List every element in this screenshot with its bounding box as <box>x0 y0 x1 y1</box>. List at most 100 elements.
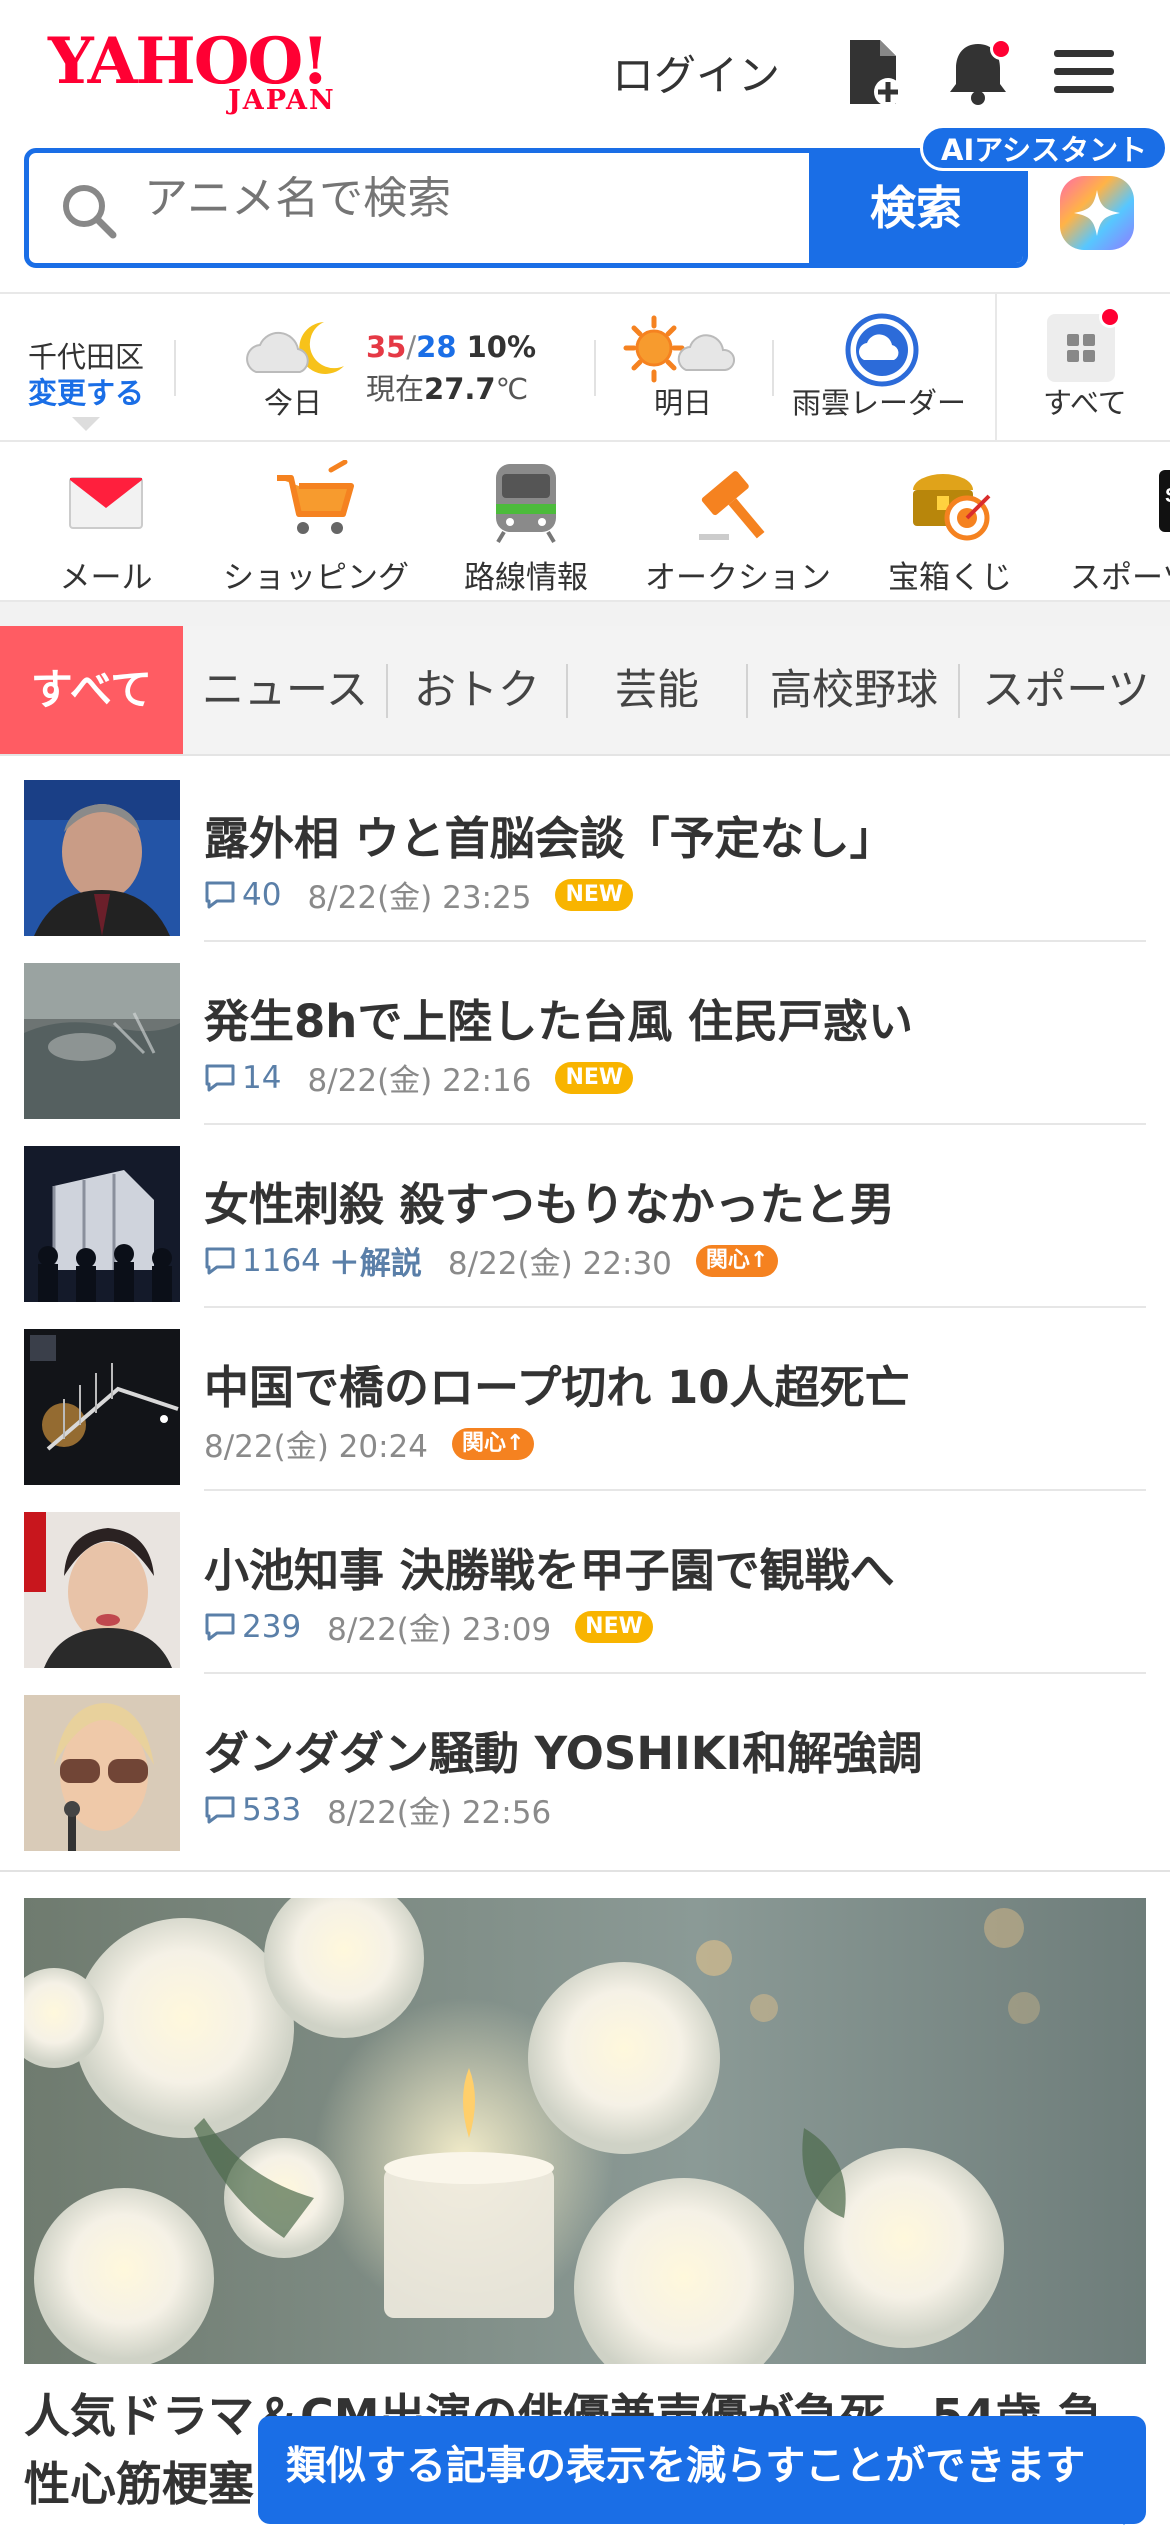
tab-divider <box>958 664 960 718</box>
comment-count[interactable]: 1164 ＋解説 <box>204 1238 422 1283</box>
precip-chance: 10% <box>466 330 537 364</box>
ai-assistant-label[interactable]: AIアシスタント <box>920 125 1169 171</box>
yahoo-japan-logo[interactable]: YAHOO! JAPAN <box>48 30 363 117</box>
tooltip-pointer <box>1108 2505 1140 2525</box>
news-item[interactable]: 中国で橋のロープ切れ 10人超死亡 8/22(金) 20:24 関心↑ <box>0 1307 1170 1491</box>
service-auction[interactable]: オークション <box>644 460 832 597</box>
news-meta: 533 8/22(金) 22:56 <box>204 1787 551 1832</box>
news-thumbnail <box>24 963 180 1119</box>
news-thumbnail <box>24 1146 180 1302</box>
news-thumbnail <box>24 780 180 936</box>
news-item[interactable]: 小池知事 決勝戦を甲子園で観戦へ 239 8/22(金) 23:09 NEW <box>0 1490 1170 1674</box>
news-title: 発生8hで上陸した台風 住民戸惑い <box>204 995 914 1048</box>
comment-icon <box>205 1064 235 1091</box>
service-transit[interactable]: 路線情報 <box>460 460 592 597</box>
sunny-cloudy-icon[interactable] <box>620 314 750 384</box>
tab-entertainment[interactable]: 芸能 <box>572 626 742 754</box>
section-divider <box>0 1870 1170 1872</box>
comment-icon <box>205 1796 235 1823</box>
divider <box>174 340 176 396</box>
trending-badge: 関心↑ <box>452 1427 535 1460</box>
all-label: すべて <box>1043 386 1127 420</box>
comment-number: 40 <box>242 876 282 913</box>
train-icon <box>496 464 556 544</box>
tab-news[interactable]: ニュース <box>190 626 380 754</box>
service-label: オークション <box>645 560 831 596</box>
service-label: ショッピング <box>223 560 409 596</box>
hamburger-menu-icon[interactable] <box>1048 36 1120 108</box>
search-box: 検索 <box>24 148 1028 268</box>
temperature-range: 35/28 10% <box>366 330 537 364</box>
news-title: 女性刺殺 殺すつもりなかったと男 <box>204 1178 895 1231</box>
login-link[interactable]: ログイン <box>612 42 780 103</box>
comment-count[interactable]: 239 <box>204 1609 301 1645</box>
cloudy-night-icon[interactable] <box>236 316 352 382</box>
rain-radar-label[interactable]: 雨雲レーダー <box>792 380 966 422</box>
low-temp: 28 <box>416 330 457 364</box>
tab-divider <box>386 664 388 718</box>
current-temp-value: 27.7 <box>424 372 496 406</box>
service-mail[interactable]: メール <box>46 460 166 597</box>
commentary-label: ＋解説 <box>328 1246 422 1282</box>
notification-bell-icon[interactable] <box>942 36 1014 108</box>
comment-count[interactable]: 40 <box>204 877 281 913</box>
service-shortcuts: メール ショッピング 路線情報 オークション 宝箱くじ スポー <box>0 442 1170 602</box>
high-temp: 35 <box>366 330 407 364</box>
news-datetime: 8/22(金) 22:30 <box>447 1246 672 1282</box>
current-temp-unit: ℃ <box>495 372 529 406</box>
news-item[interactable]: 露外相 ウと首脳会談「予定なし」 40 8/22(金) 23:25 NEW <box>0 758 1170 942</box>
service-sports[interactable]: SP スポーツ <box>1066 460 1170 597</box>
service-shopping[interactable]: ショッピング <box>218 460 414 597</box>
today-label: 今日 <box>264 386 323 420</box>
tab-high-school-baseball[interactable]: 高校野球 <box>752 626 956 754</box>
news-title: ダンダダン騒動 YOSHIKI和解強調 <box>204 1727 923 1780</box>
service-label: 宝箱くじ <box>888 560 1012 596</box>
comment-number: 14 <box>242 1059 282 1096</box>
news-meta: 14 8/22(金) 22:16 NEW <box>204 1055 634 1100</box>
trending-badge: 関心↑ <box>695 1244 779 1277</box>
current-temp-prefix: 現在 <box>366 372 425 406</box>
service-treasure-lottery[interactable]: 宝箱くじ <box>880 460 1020 597</box>
news-title: 露外相 ウと首脳会談「予定なし」 <box>204 812 895 865</box>
section-spacer <box>0 602 1170 626</box>
news-datetime: 8/22(金) 22:56 <box>327 1795 552 1831</box>
comment-number: 239 <box>242 1608 302 1645</box>
cart-icon <box>277 460 354 534</box>
news-item[interactable]: ダンダダン騒動 YOSHIKI和解強調 533 8/22(金) 22:56 <box>0 1673 1170 1856</box>
comment-number: 533 <box>242 1791 302 1828</box>
tab-divider <box>566 664 568 718</box>
mail-icon <box>69 477 143 529</box>
notification-badge <box>990 38 1012 60</box>
new-document-icon[interactable] <box>836 36 908 108</box>
news-meta: 239 8/22(金) 23:09 NEW <box>204 1604 653 1649</box>
divider <box>772 340 774 396</box>
search-input[interactable] <box>144 173 824 224</box>
change-location-link[interactable]: 変更する <box>28 370 144 412</box>
tab-all[interactable]: すべて <box>0 626 183 754</box>
news-meta: 8/22(金) 20:24 関心↑ <box>204 1421 535 1466</box>
news-datetime: 8/22(金) 22:16 <box>307 1063 532 1099</box>
news-title: 中国で橋のロープ切れ 10人超死亡 <box>204 1361 910 1414</box>
ai-assistant-icon[interactable] <box>1056 172 1138 254</box>
tab-sports[interactable]: スポーツ <box>964 626 1168 754</box>
news-title: 小池知事 決勝戦を甲子園で観戦へ <box>204 1544 895 1597</box>
tooltip-toast[interactable]: 類似する記事の表示を減らすことができます <box>258 2416 1146 2524</box>
service-label: 路線情報 <box>464 560 588 596</box>
comment-count[interactable]: 533 <box>204 1792 301 1828</box>
service-label: メール <box>59 560 153 596</box>
tomorrow-label: 明日 <box>654 386 713 420</box>
weather-all-button[interactable]: すべて <box>995 294 1170 440</box>
news-thumbnail <box>24 1329 180 1485</box>
category-tabs: すべて ニュース おトク 芸能 高校野球 スポーツ <box>0 626 1170 756</box>
sports-icon: SP <box>1159 470 1170 532</box>
comment-count[interactable]: 14 <box>204 1060 281 1096</box>
caret-down-icon <box>72 417 100 431</box>
news-item[interactable]: 発生8hで上陸した台風 住民戸惑い 14 8/22(金) 22:16 NEW <box>0 941 1170 1125</box>
news-datetime: 8/22(金) 23:25 <box>307 880 532 916</box>
tab-deals[interactable]: おトク <box>392 626 562 754</box>
news-item[interactable]: 女性刺殺 殺すつもりなかったと男 1164 ＋解説 8/22(金) 22:30 … <box>0 1124 1170 1308</box>
feature-image[interactable] <box>24 1898 1146 2364</box>
new-badge: NEW <box>575 1610 653 1643</box>
comment-icon <box>205 881 235 908</box>
rain-radar-icon[interactable] <box>844 312 920 388</box>
